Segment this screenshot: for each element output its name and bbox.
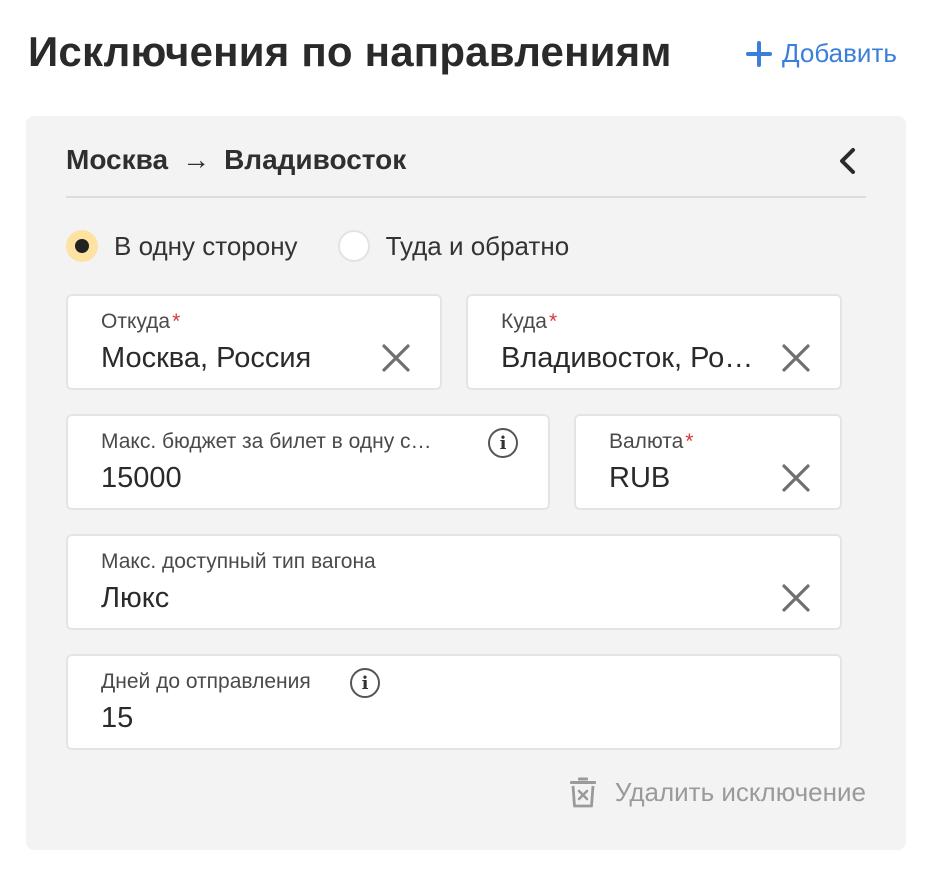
budget-label: Макс. бюджет за билет в одну с… bbox=[101, 430, 432, 453]
close-icon[interactable] bbox=[780, 342, 812, 374]
route-from: Москва bbox=[66, 144, 169, 175]
route-to: Владивосток bbox=[224, 144, 407, 175]
trash-icon bbox=[569, 777, 596, 808]
plus-icon bbox=[746, 40, 772, 67]
delete-exception-button[interactable]: Удалить исключение bbox=[569, 776, 866, 808]
page-title: Исключения по направлениям bbox=[28, 28, 672, 75]
chevron-left-icon[interactable] bbox=[832, 144, 866, 178]
budget-field[interactable]: Макс. бюджет за билет в одну с… i 15000 bbox=[66, 414, 550, 510]
add-exception-button[interactable]: Добавить bbox=[746, 38, 897, 69]
to-field[interactable]: Куда* Владивосток, Ро… bbox=[466, 294, 842, 390]
from-label: Откуда* bbox=[101, 310, 181, 333]
to-label: Куда* bbox=[501, 310, 558, 333]
info-icon[interactable]: i bbox=[488, 428, 518, 458]
close-icon[interactable] bbox=[780, 462, 812, 494]
from-value[interactable]: Москва, Россия bbox=[101, 342, 361, 375]
currency-value[interactable]: RUB bbox=[609, 462, 670, 495]
currency-field[interactable]: Валюта* RUB bbox=[574, 414, 842, 510]
route-title: Москва → Владивосток bbox=[66, 144, 406, 176]
route-arrow: → bbox=[182, 144, 211, 175]
days-field[interactable]: Дней до отправления i 15 bbox=[66, 654, 842, 750]
car-type-value[interactable]: Люкс bbox=[101, 582, 169, 615]
close-icon[interactable] bbox=[380, 342, 412, 374]
currency-label: Валюта* bbox=[609, 430, 694, 453]
radio-one-way-label: В одну сторону bbox=[114, 230, 298, 261]
trip-type-radio-group: В одну сторону Туда и обратно bbox=[66, 230, 569, 262]
to-value[interactable]: Владивосток, Ро… bbox=[501, 342, 773, 375]
info-icon[interactable]: i bbox=[350, 668, 380, 698]
budget-value[interactable]: 15000 bbox=[101, 462, 182, 495]
days-label: Дней до отправления bbox=[101, 670, 311, 693]
car-type-label: Макс. доступный тип вагона bbox=[101, 550, 376, 573]
close-icon[interactable] bbox=[780, 582, 812, 614]
card-header: Москва → Владивосток bbox=[66, 144, 866, 198]
delete-label: Удалить исключение bbox=[614, 776, 866, 807]
radio-unchecked-icon[interactable] bbox=[337, 230, 370, 262]
radio-one-way[interactable]: В одну сторону bbox=[66, 230, 298, 262]
radio-round-trip[interactable]: Туда и обратно bbox=[337, 230, 570, 262]
add-button-label: Добавить bbox=[782, 38, 897, 68]
radio-round-trip-label: Туда и обратно bbox=[385, 230, 570, 261]
radio-checked-icon[interactable] bbox=[66, 230, 98, 262]
exception-card: Москва → Владивосток В одну сторону Туда… bbox=[26, 116, 906, 850]
car-type-field[interactable]: Макс. доступный тип вагона Люкс bbox=[66, 534, 842, 630]
days-value[interactable]: 15 bbox=[101, 702, 133, 735]
from-field[interactable]: Откуда* Москва, Россия bbox=[66, 294, 442, 390]
